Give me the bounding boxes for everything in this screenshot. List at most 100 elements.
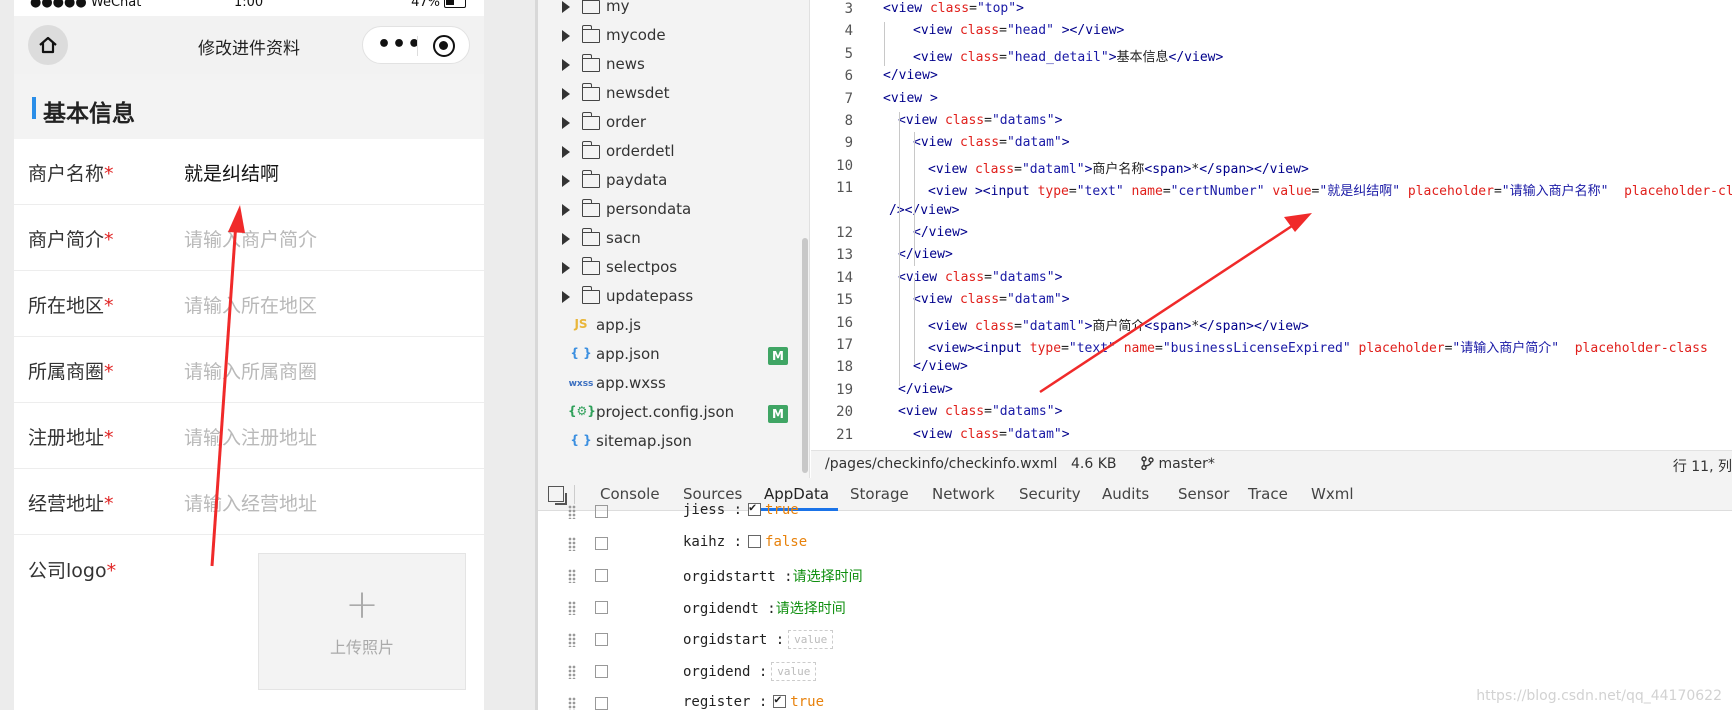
code-token: </view> xyxy=(913,359,968,375)
folder-icon xyxy=(581,286,600,304)
row-select-box[interactable] xyxy=(595,633,608,646)
checkbox[interactable] xyxy=(748,535,762,548)
code-line: 21 <view class="datam"> xyxy=(811,427,1732,449)
tree-folder[interactable]: paydata xyxy=(538,168,800,197)
checkbox[interactable] xyxy=(748,500,762,516)
row-select-box[interactable] xyxy=(595,665,608,678)
tree-file[interactable]: {⚙} project.config.json M xyxy=(538,400,800,429)
row-select-box[interactable] xyxy=(595,697,608,710)
file-name: project.config.json xyxy=(596,403,735,421)
field-input-placeholder[interactable]: 请输入所在地区 xyxy=(184,291,317,318)
tree-folder[interactable]: my xyxy=(538,0,800,23)
field-input[interactable]: 就是纠结啊 xyxy=(184,159,279,186)
empty-value-input[interactable]: value xyxy=(788,630,834,649)
required-mark: * xyxy=(106,560,117,582)
expand-arrow-icon[interactable] xyxy=(562,146,570,158)
string-value[interactable]: 请选择时间 xyxy=(793,569,863,585)
upload-photo-button[interactable]: + 上传照片 xyxy=(258,553,466,690)
git-branch[interactable]: master* xyxy=(1141,456,1215,472)
code-line: 7 <view > xyxy=(811,91,1732,113)
appdata-row: orgidendt :请选择时间 xyxy=(538,592,1732,623)
code-line: 4 <view class="head" ></view> xyxy=(811,23,1732,45)
tree-folder[interactable]: sacn xyxy=(538,226,800,255)
required-mark: * xyxy=(104,361,114,383)
code-line: 8 <view class="datams"> xyxy=(811,113,1732,135)
drag-handle-icon[interactable] xyxy=(568,537,576,551)
tree-folder[interactable]: orderdetl xyxy=(538,139,800,168)
expand-arrow-icon[interactable] xyxy=(562,262,570,274)
row-select-box[interactable] xyxy=(595,569,608,582)
line-number: 15 xyxy=(836,292,853,309)
field-input-placeholder[interactable]: 请输入商户简介 xyxy=(184,225,317,252)
folder-icon xyxy=(581,170,600,188)
code-token: class xyxy=(944,404,985,420)
empty-value-input[interactable]: value xyxy=(771,662,817,681)
drag-handle-icon[interactable] xyxy=(568,665,576,679)
tree-folder[interactable]: news xyxy=(538,52,800,81)
field-input-placeholder[interactable]: 请输入注册地址 xyxy=(184,423,317,450)
tree-file[interactable]: wxss app.wxss xyxy=(538,371,800,400)
line-number: 9 xyxy=(844,135,853,152)
code-text: <view ><input type="text" name="certNumb… xyxy=(928,180,1732,199)
field-input-placeholder[interactable]: 请输入经营地址 xyxy=(184,489,317,516)
tree-file[interactable]: { } app.json M xyxy=(538,342,800,371)
expand-arrow-icon[interactable] xyxy=(562,204,570,216)
expand-arrow-icon[interactable] xyxy=(562,233,570,245)
tree-folder[interactable]: selectpos xyxy=(538,255,800,284)
code-editor[interactable]: 3 <view class="top"> 4 <view class="head" >… xyxy=(811,0,1732,450)
tree-file[interactable]: { } sitemap.json xyxy=(538,429,800,458)
tree-folder[interactable]: mycode xyxy=(538,23,800,52)
code-line: 12 </view> xyxy=(811,225,1732,247)
folder-icon xyxy=(581,54,600,72)
field-label-text: 所属商圈 xyxy=(28,361,105,383)
code-line: 16 <view class="dataml">商户简介<span>*</span… xyxy=(811,315,1732,337)
code-line: 10 <view class="dataml">商户名称<span>*</span… xyxy=(811,158,1732,180)
code-token: > xyxy=(1054,404,1063,420)
code-token: </view> xyxy=(883,68,938,84)
battery-percent: 47% xyxy=(411,0,440,10)
code-text: <view > xyxy=(883,91,938,106)
close-target-icon[interactable] xyxy=(433,35,455,57)
drag-handle-icon[interactable] xyxy=(568,633,576,647)
row-select-box[interactable] xyxy=(595,537,608,550)
expand-arrow-icon[interactable] xyxy=(562,175,570,187)
code-token: </view> xyxy=(913,225,968,240)
checkbox[interactable] xyxy=(773,692,787,708)
tree-scrollbar[interactable] xyxy=(802,238,808,473)
expand-arrow-icon[interactable] xyxy=(562,88,570,100)
more-icon[interactable]: ••• xyxy=(377,32,422,57)
expand-arrow-icon[interactable] xyxy=(562,291,570,303)
code-token: </span></view> xyxy=(1199,161,1309,177)
field-label: 所在地区* xyxy=(28,291,114,318)
string-value[interactable]: 请选择时间 xyxy=(776,601,846,617)
cursor-position: 行 11, 列 xyxy=(1672,459,1732,475)
expand-arrow-icon[interactable] xyxy=(562,1,570,13)
drag-handle-icon[interactable] xyxy=(568,569,576,583)
expand-arrow-icon[interactable] xyxy=(562,30,570,42)
tree-folder[interactable]: updatepass xyxy=(538,284,800,313)
tree-folder[interactable]: newsdet xyxy=(538,81,800,110)
drag-handle-icon[interactable] xyxy=(568,505,576,519)
expand-arrow-icon[interactable] xyxy=(562,117,570,129)
indent-guide xyxy=(884,22,885,66)
row-select-box[interactable] xyxy=(595,505,608,518)
code-text: <view class="datams"> xyxy=(898,270,1062,285)
devtools-panel: Console Sources AppData Storage Network Secur… xyxy=(538,478,1732,710)
drag-handle-icon[interactable] xyxy=(568,697,576,710)
code-token: 商户简介 xyxy=(1092,318,1145,334)
folder-icon xyxy=(581,83,600,101)
tree-file[interactable]: JS app.js xyxy=(538,313,800,342)
appdata-row: orgidend : value xyxy=(538,656,1732,687)
tree-folder[interactable]: persondata xyxy=(538,197,800,226)
code-token: > xyxy=(1054,113,1063,128)
code-token: placeholder xyxy=(1407,184,1494,200)
line-number: 14 xyxy=(836,269,853,286)
code-token: class xyxy=(959,292,1000,308)
field-input-placeholder[interactable]: 请输入所属商圈 xyxy=(184,357,317,384)
code-token: "text" xyxy=(1068,341,1124,356)
folder-icon xyxy=(581,141,600,159)
row-select-box[interactable] xyxy=(595,601,608,614)
tree-folder[interactable]: order xyxy=(538,110,800,139)
drag-handle-icon[interactable] xyxy=(568,601,576,615)
expand-arrow-icon[interactable] xyxy=(562,59,570,71)
